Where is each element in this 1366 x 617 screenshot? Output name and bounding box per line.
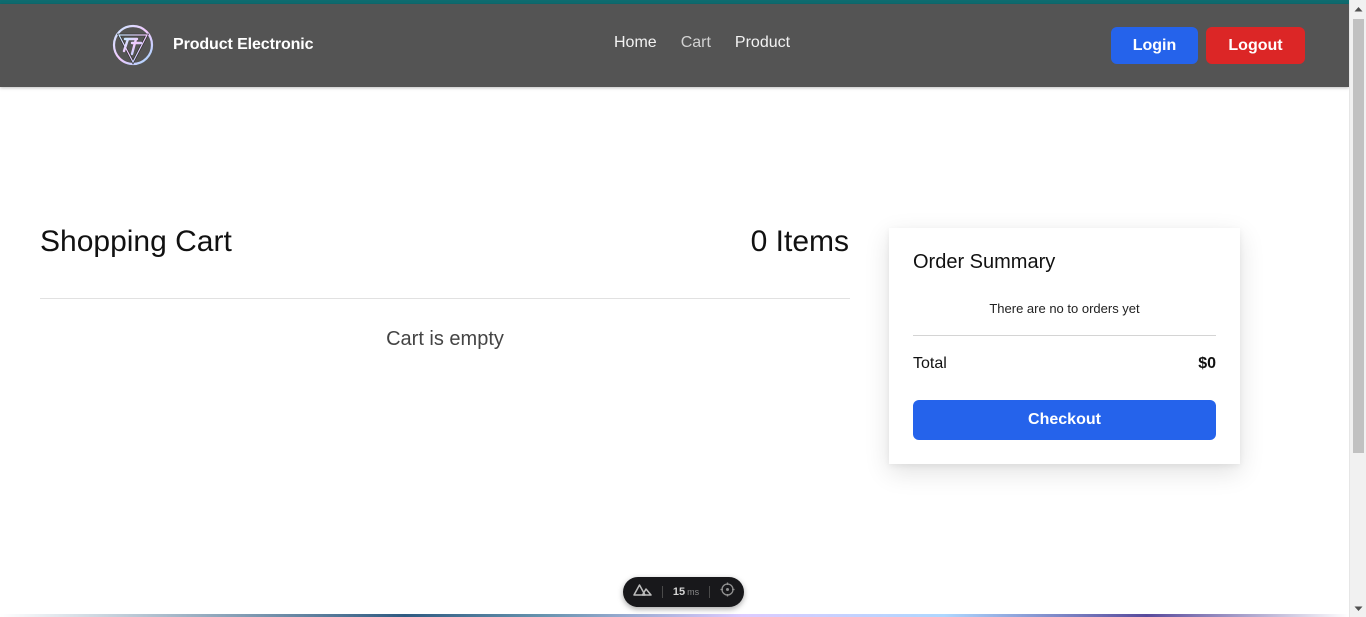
brand-name: Product Electronic — [173, 36, 314, 53]
nav-links: Home Cart Product — [614, 34, 790, 52]
brand-logo-icon — [112, 24, 154, 66]
devtools-timing: 15 ms — [673, 586, 699, 598]
navbar: Product Electronic Home Cart Product Log… — [0, 4, 1349, 87]
nuxt-devtools-bar[interactable]: 15 ms — [623, 577, 744, 607]
timing-unit: ms — [687, 587, 700, 597]
crosshair-icon[interactable] — [720, 582, 735, 602]
logout-button[interactable]: Logout — [1206, 27, 1305, 64]
checkout-button[interactable]: Checkout — [913, 400, 1216, 440]
scroll-down-arrow-icon[interactable] — [1350, 600, 1366, 617]
total-label: Total — [913, 355, 947, 372]
order-summary-title: Order Summary — [913, 251, 1056, 273]
nav-link-cart[interactable]: Cart — [681, 34, 711, 52]
cart-empty-message: Cart is empty — [386, 328, 504, 350]
nuxt-logo-icon[interactable] — [633, 583, 652, 601]
cart-title: Shopping Cart — [40, 225, 232, 258]
nav-link-product[interactable]: Product — [735, 34, 790, 52]
timing-value: 15 — [672, 586, 686, 598]
devtools-separator — [661, 586, 663, 598]
scroll-up-arrow-icon[interactable] — [1350, 0, 1366, 17]
devtools-separator — [709, 586, 711, 598]
order-summary-message: There are no to orders yet — [989, 301, 1140, 316]
vertical-scrollbar[interactable] — [1349, 0, 1366, 617]
cart-item-count: 0 Items — [750, 225, 849, 258]
brand[interactable]: Product Electronic — [112, 23, 314, 67]
login-button[interactable]: Login — [1111, 27, 1198, 64]
order-summary-card: Order Summary There are no to orders yet… — [889, 228, 1240, 464]
cart-divider — [40, 298, 850, 299]
order-summary-divider — [913, 335, 1216, 336]
page-content: Product Electronic Home Cart Product Log… — [0, 0, 1349, 617]
total-value: $0 — [1198, 355, 1216, 372]
nav-link-home[interactable]: Home — [614, 34, 657, 52]
scrollbar-thumb[interactable] — [1353, 19, 1364, 453]
